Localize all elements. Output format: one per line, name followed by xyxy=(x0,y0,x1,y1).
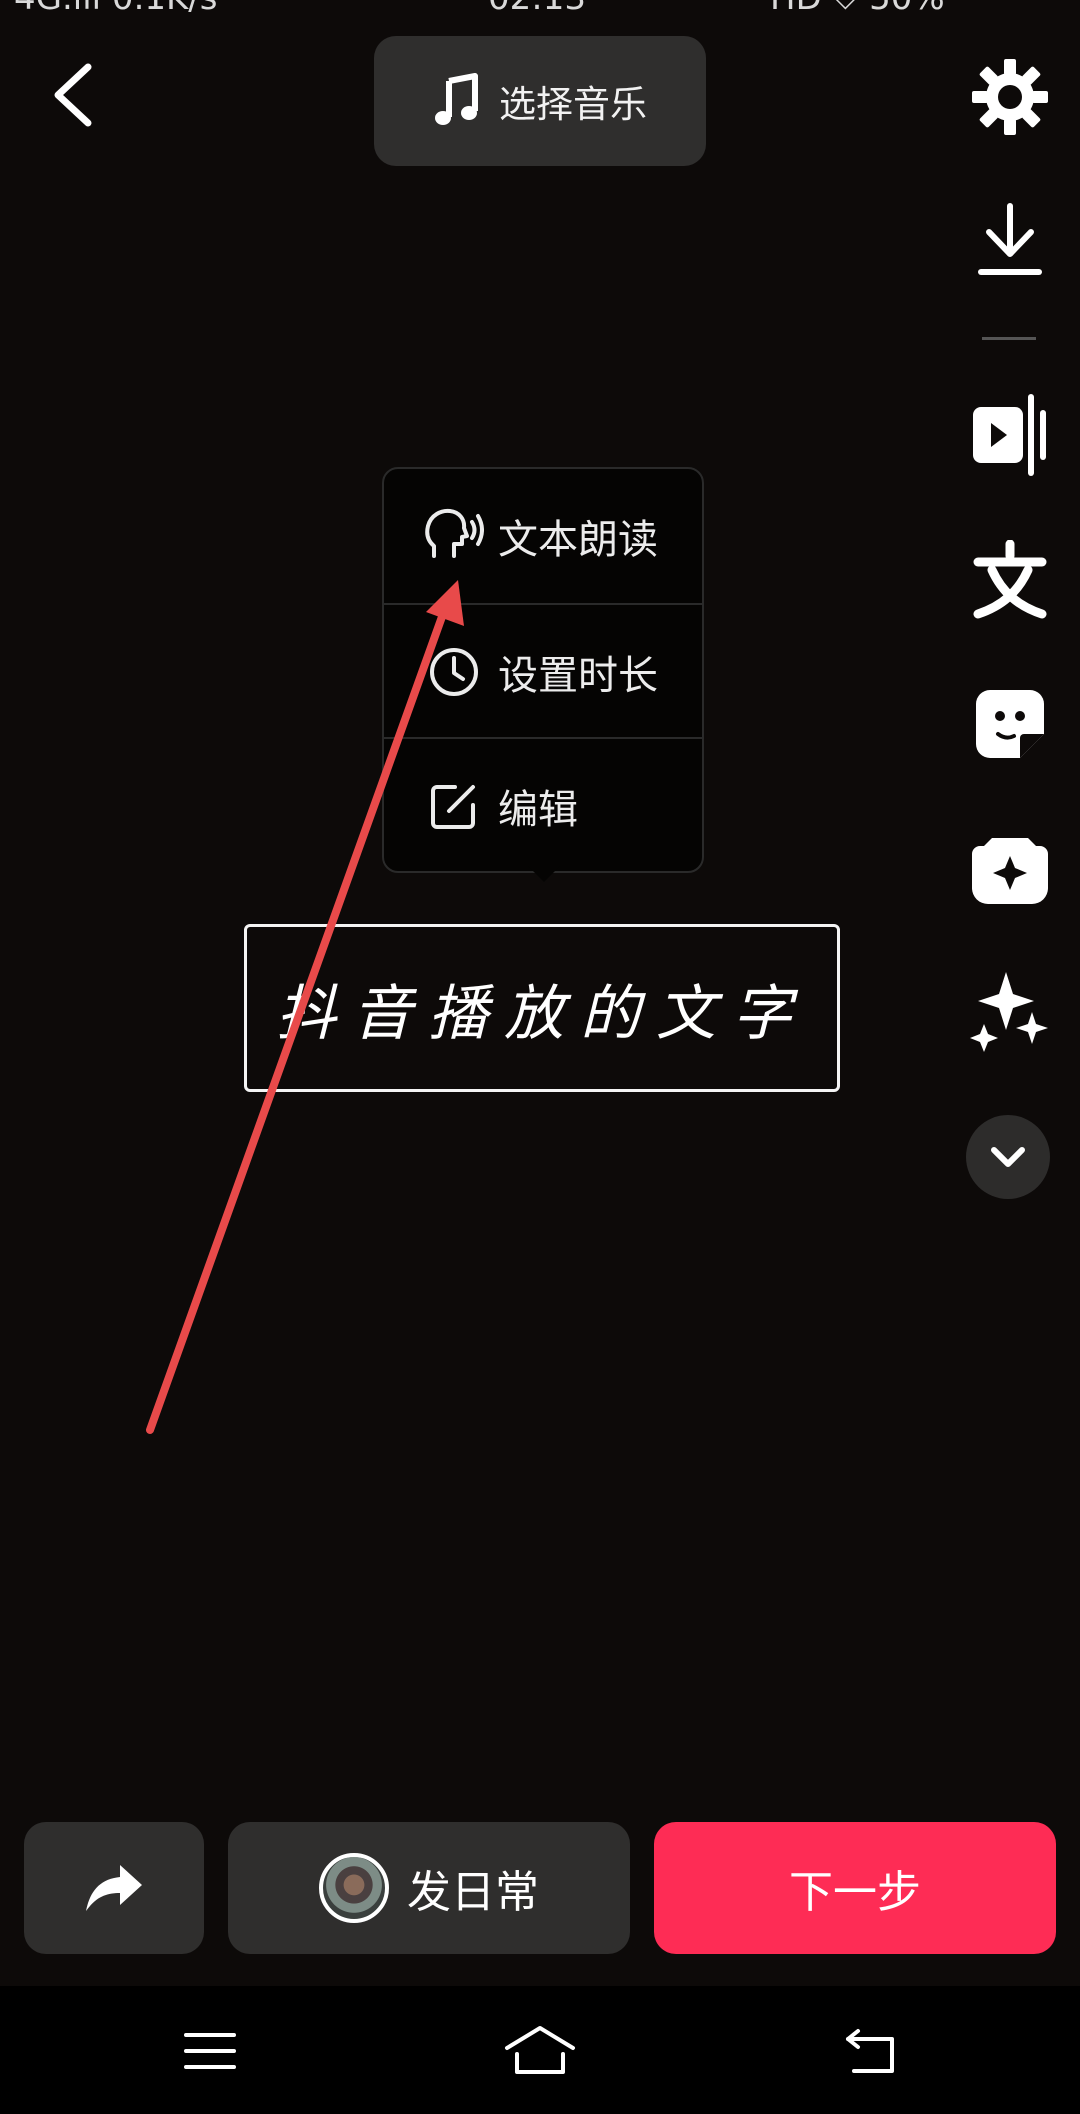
music-note-icon xyxy=(435,73,478,125)
status-bar: 4G.ıll 0.1K/s 02:13 HD ⌵ 50% xyxy=(0,0,1080,14)
next-step-label: 下一步 xyxy=(789,1867,921,1918)
magic-button[interactable] xyxy=(960,960,1060,1060)
menu-item-label: 文本朗读 xyxy=(498,517,658,563)
text-context-menu: 文本朗读 设置时长 编辑 xyxy=(382,467,704,873)
bottom-action-bar: 发日常 下一步 xyxy=(0,1822,1080,1954)
clock-icon xyxy=(424,642,484,702)
enhance-button[interactable] xyxy=(960,818,1060,918)
sparkle-icon xyxy=(970,972,1048,1052)
recent-apps-button[interactable] xyxy=(165,2006,255,2096)
gear-icon xyxy=(972,59,1048,135)
menu-item-label: 编辑 xyxy=(498,787,578,833)
text-button[interactable] xyxy=(960,530,1060,630)
status-network: 4G.ıll 0.1K/s xyxy=(14,0,217,14)
sticker-icon xyxy=(976,690,1044,758)
menu-item-set-duration[interactable]: 设置时长 xyxy=(384,605,702,739)
share-button[interactable] xyxy=(24,1822,204,1954)
chevron-down-icon xyxy=(991,1147,1025,1167)
download-button[interactable] xyxy=(960,190,1060,290)
back-nav-button[interactable] xyxy=(825,2006,915,2096)
status-time: 02:13 xyxy=(488,0,586,14)
sticker-button[interactable] xyxy=(960,674,1060,774)
text-sticker-content: 抖音播放的文字 xyxy=(276,978,808,1049)
return-icon xyxy=(846,2029,894,2073)
download-icon xyxy=(978,203,1042,275)
text-icon xyxy=(973,540,1047,619)
status-battery: HD ⌵ 50% xyxy=(770,0,945,14)
select-music-button[interactable]: 选择音乐 xyxy=(374,36,706,166)
chevron-left-icon xyxy=(54,63,92,127)
menu-item-text-to-speech[interactable]: 文本朗读 xyxy=(384,469,702,603)
menu-pointer xyxy=(528,866,560,882)
home-button[interactable] xyxy=(495,2006,585,2096)
voice-icon xyxy=(424,506,484,566)
edit-icon xyxy=(424,776,484,836)
text-sticker[interactable]: 抖音播放的文字 xyxy=(244,924,840,1092)
select-music-label: 选择音乐 xyxy=(499,83,647,126)
effects-button[interactable] xyxy=(960,385,1060,485)
share-arrow-icon xyxy=(86,1865,142,1911)
post-daily-button[interactable]: 发日常 xyxy=(228,1822,630,1954)
menu-item-edit[interactable]: 编辑 xyxy=(384,739,702,873)
next-step-button[interactable]: 下一步 xyxy=(654,1822,1056,1954)
more-tools-button[interactable] xyxy=(966,1115,1050,1199)
menu-item-label: 设置时长 xyxy=(498,653,658,699)
video-editor-screen: 4G.ıll 0.1K/s 02:13 HD ⌵ 50% 选择音乐 xyxy=(0,0,1080,2114)
avatar xyxy=(319,1853,389,1923)
system-nav-bar xyxy=(0,1986,1080,2114)
side-toolbar xyxy=(960,0,1060,1220)
home-icon xyxy=(505,2026,575,2074)
settings-button[interactable] xyxy=(960,47,1060,147)
side-toolbar-divider xyxy=(982,337,1036,340)
back-button[interactable] xyxy=(40,55,110,135)
menu-icon xyxy=(184,2033,236,2069)
enhance-icon xyxy=(972,838,1048,904)
post-daily-label: 发日常 xyxy=(407,1867,539,1918)
filter-icon xyxy=(973,394,1046,476)
